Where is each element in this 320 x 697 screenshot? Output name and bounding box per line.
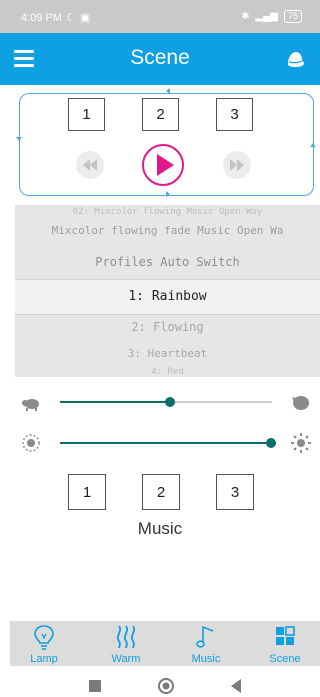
- nav-scene-label: Scene: [269, 653, 301, 665]
- music-button-2[interactable]: 2: [142, 474, 180, 510]
- speed-slider[interactable]: [60, 396, 272, 408]
- mode-picker[interactable]: 02: Mixcolor flowing Music Open Way Mixc…: [15, 205, 320, 377]
- speed-slider-thumb[interactable]: [165, 397, 175, 407]
- top-button-3[interactable]: 3: [216, 98, 253, 131]
- nav-lamp-label: Lamp: [30, 653, 58, 665]
- top-button-1[interactable]: 1: [68, 98, 105, 131]
- music-icon: [196, 625, 214, 648]
- speed-slider-track: [170, 401, 272, 403]
- nav-warm-label: Warm: [111, 653, 141, 665]
- status-icons: ✱ ▂▄▆ 75: [241, 10, 302, 23]
- system-nav-bar: [0, 676, 320, 697]
- speed-slider-fill: [60, 401, 170, 403]
- bottom-nav: Lamp Warm Music Scene: [10, 621, 320, 666]
- picker-item[interactable]: 02: Mixcolor flowing Music Open Way: [15, 207, 320, 217]
- battery-icon: 75: [283, 10, 302, 23]
- warm-icon: [116, 625, 136, 649]
- nav-scene[interactable]: Scene: [255, 621, 315, 666]
- picker-item[interactable]: Mixcolor flowing fade Music Open Wa: [15, 224, 320, 237]
- picker-item[interactable]: 3: Heartbeat: [15, 347, 320, 360]
- rewind-icon: [76, 151, 104, 179]
- top-button-2[interactable]: 2: [142, 98, 179, 131]
- picker-item[interactable]: 2: Flowing: [15, 320, 320, 334]
- nav-music[interactable]: Music: [176, 621, 236, 666]
- picker-item[interactable]: Profiles Auto Switch: [15, 255, 320, 269]
- scene-icon: [276, 626, 295, 645]
- brightness-slider-thumb[interactable]: [266, 438, 276, 448]
- lamp-icon: [34, 625, 54, 650]
- rewind-button[interactable]: [75, 150, 105, 180]
- moon-icon: ☾: [65, 12, 76, 24]
- fast-speed-icon: [292, 396, 309, 410]
- signal-icon: ▂▄▆: [255, 11, 278, 22]
- back-button[interactable]: [229, 678, 243, 694]
- brightness-slider[interactable]: [60, 437, 276, 449]
- app-bar: Scene: [0, 33, 320, 85]
- brightness-high-icon: [291, 433, 311, 453]
- fast-forward-icon: [223, 151, 251, 179]
- slow-speed-icon: [22, 399, 39, 411]
- page-title: Scene: [130, 46, 190, 69]
- recents-button[interactable]: [89, 680, 101, 692]
- play-icon: [142, 144, 184, 186]
- music-button-3[interactable]: 3: [216, 474, 254, 510]
- status-bar: 4:09 PM ☾ ▣ ✱ ▂▄▆ 75: [0, 0, 320, 33]
- nav-lamp[interactable]: Lamp: [14, 621, 74, 666]
- play-button[interactable]: [141, 143, 185, 187]
- nav-warm[interactable]: Warm: [96, 621, 156, 666]
- status-time: 4:09 PM: [21, 11, 62, 24]
- music-button-1[interactable]: 1: [68, 474, 106, 510]
- status-time-group: 4:09 PM ☾ ▣: [21, 11, 91, 25]
- home-button[interactable]: [157, 677, 175, 695]
- music-label: Music: [137, 519, 183, 538]
- picker-item[interactable]: 4: Red: [15, 367, 320, 377]
- hat-icon[interactable]: [283, 47, 307, 71]
- bluetooth-icon: ✱: [241, 11, 250, 22]
- fast-forward-button[interactable]: [222, 150, 252, 180]
- nav-music-label: Music: [191, 653, 221, 665]
- notification-icon: ▣: [79, 12, 91, 24]
- brightness-slider-fill: [60, 442, 276, 444]
- picker-item-selected[interactable]: 1: Rainbow: [15, 279, 320, 315]
- brightness-low-icon: [22, 434, 40, 452]
